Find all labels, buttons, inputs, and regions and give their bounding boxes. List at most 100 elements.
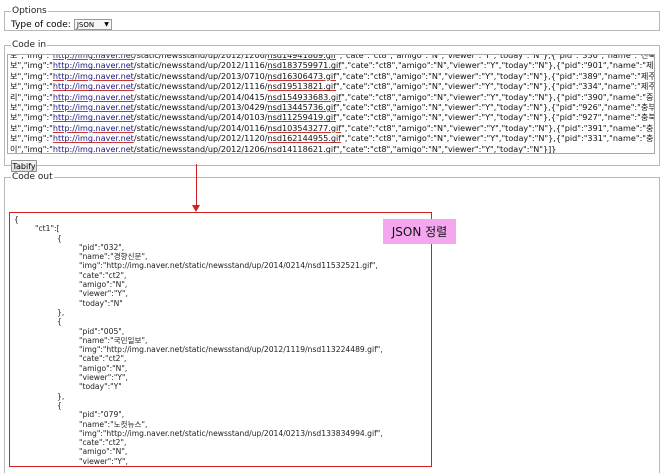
code-in-filename: nsd16306473.gif (267, 70, 336, 81)
code-in-line: 보","img":"http://img.naver.net/static/ne… (10, 81, 654, 91)
code-in-path: /static/newsstand/up/2013/0710/ (133, 70, 268, 81)
code-in-rest: ","cate":"ct8","amigo":"N","viewer":"Y",… (335, 54, 655, 60)
code-out-line: "cate":"ct2", (79, 354, 127, 364)
code-in-path: /static/newsstand/up/2012/1120/ (133, 133, 268, 144)
code-in-path: /static/newsstand/up/2013/0429/ (133, 102, 268, 113)
code-in-line: 보","img":"http://img.naver.net/static/ne… (10, 71, 654, 81)
code-in-path: /static/newsstand/up/2014/0103/ (133, 112, 268, 123)
code-in-prefix: 보","img":" (10, 102, 53, 113)
code-out-line: "today":"N" (79, 298, 123, 308)
code-out-line: "today":"Y" (79, 382, 122, 392)
code-in-rest: ","cate":"ct8","amigo":"N","viewer":"Y",… (335, 112, 655, 123)
code-type-label: Type of code: (11, 19, 71, 30)
code-in-prefix: 보","img":" (10, 81, 53, 92)
code-type-row: Type of code: JSON ▼ (11, 19, 112, 30)
code-in-url-link[interactable]: http://img.naver.net (53, 81, 134, 91)
code-out-line: { (14, 215, 19, 224)
code-out-line: "cate":"ct2", (79, 270, 127, 280)
code-in-prefix: 보","img":" (10, 122, 53, 133)
code-out-line: "amigo":"N", (79, 363, 128, 373)
code-in-prefix: 보","img":" (10, 112, 53, 123)
code-in-filename: nsd183759971.gif (267, 60, 342, 71)
code-out-line: { (57, 400, 62, 410)
code-out-line: { (57, 317, 62, 327)
code-in-url-link[interactable]: http://img.naver.net (53, 112, 134, 122)
code-out-line: }, (57, 307, 65, 317)
code-in-path: /static/newsstand/up/2014/0116/ (133, 122, 268, 133)
code-in-url-link[interactable]: http://img.naver.net (53, 123, 134, 133)
code-in-filename: nsd14941869.gif (267, 54, 336, 60)
code-out-legend: Code out (12, 172, 53, 182)
code-type-value: JSON (76, 20, 95, 29)
code-in-prefix: 보","img":" (10, 54, 53, 60)
code-in-line: 보","img":"http://img.naver.net/static/ne… (10, 102, 654, 112)
code-in-path: /static/newsstand/up/2012/1116/ (133, 81, 268, 92)
code-in-rest: ","cate":"ct8","amigo":"N","viewer":"Y",… (341, 60, 655, 71)
code-out-line: "viewer":"Y", (79, 373, 128, 383)
code-out-line: "pid":"032", (79, 242, 125, 252)
code-in-rest: ","cate":"ct8","amigo":"N","viewer":"Y",… (341, 91, 655, 102)
code-out-line: "cate":"ct2", (79, 438, 127, 448)
code-in-filename: nsd162144955.gif (267, 133, 342, 144)
tabify-button[interactable]: Tabify (11, 160, 37, 172)
code-in-filename: nsd19513821.gif (267, 81, 336, 92)
code-in-line: 보","img":"http://img.naver.net/static/ne… (10, 112, 654, 122)
code-out-line: "name":"국민일보", (79, 335, 148, 345)
code-in-url-link[interactable]: http://img.naver.net (53, 102, 134, 112)
code-in-path: /static/newsstand/up/2012/1206/ (133, 54, 268, 60)
code-out-line: "img":"http://img.naver.net/static/newss… (79, 261, 378, 271)
code-out-line: "pid":"005", (79, 326, 125, 336)
triangle-down-icon: ▼ (104, 21, 109, 28)
code-out-line: "name":"노컷뉴스", (79, 419, 148, 429)
code-in-filename: nsd14118621.gif (267, 143, 336, 154)
code-out-line: "img":"http://img.naver.net/static/newss… (79, 428, 383, 438)
code-in-url-link[interactable]: http://img.naver.net (53, 55, 134, 60)
code-out-line: "pid":"079", (79, 410, 125, 420)
code-out-line: "viewer":"Y", (79, 456, 128, 465)
code-in-rest: ","cate":"ct8","amigo":"N","viewer":"Y",… (335, 70, 655, 81)
annotation-badge: JSON 정렬 (383, 219, 456, 244)
code-in-prefix: 이","img":" (10, 143, 53, 154)
options-fieldset: Options Type of code: JSON ▼ (4, 6, 660, 31)
code-out-line: "name":"경향신문", (79, 252, 148, 262)
code-in-rest: ","cate":"ct8","amigo":"N","viewer":"Y",… (341, 133, 655, 144)
code-in-prefix: 보","img":" (10, 60, 53, 71)
code-out-line: "viewer":"Y", (79, 289, 128, 299)
code-in-textarea[interactable]: 보","img":"http://img.naver.net/static/ne… (7, 54, 655, 154)
code-out-line: "img":"http://img.naver.net/static/newss… (79, 345, 383, 355)
code-out-line: "ct1":[ (35, 224, 60, 234)
code-in-line: 보","img":"http://img.naver.net/static/ne… (10, 123, 654, 133)
code-in-legend: Code in (12, 40, 47, 50)
code-in-filename: nsd13445736.gif (267, 102, 336, 113)
code-in-url-link[interactable]: http://img.naver.net (53, 71, 134, 81)
code-in-fieldset: Code in 보","img":"http://img.naver.net/s… (4, 40, 660, 172)
annotation-arrow-line (196, 164, 197, 208)
code-type-select[interactable]: JSON ▼ (73, 19, 112, 30)
code-in-filename: nsd154933683.gif (267, 91, 342, 102)
code-in-prefix: 리","img":" (10, 91, 53, 102)
code-in-url-link[interactable]: http://img.naver.net (53, 92, 134, 102)
code-in-url-link[interactable]: http://img.naver.net (53, 133, 134, 143)
code-in-line: 보","img":"http://img.naver.net/static/ne… (10, 133, 654, 143)
code-in-line: 리","img":"http://img.naver.net/static/ne… (10, 92, 654, 102)
code-out-line: "amigo":"N", (79, 280, 128, 290)
code-out-line: "amigo":"N", (79, 447, 128, 457)
arrow-down-icon (192, 205, 200, 212)
code-in-url-link[interactable]: http://img.naver.net (53, 144, 134, 153)
code-in-url-link[interactable]: http://img.naver.net (53, 60, 134, 70)
code-in-line: 보","img":"http://img.naver.net/static/ne… (10, 60, 654, 70)
code-in-path: /static/newsstand/up/2014/0415/ (133, 91, 268, 102)
code-in-line: 이","img":"http://img.naver.net/static/ne… (10, 143, 654, 154)
code-out-line: { (57, 233, 62, 243)
code-in-rest: ","cate":"ct8","amigo":"N","viewer":"Y",… (335, 102, 655, 113)
code-in-rest: ","cate":"ct8","amigo":"N","viewer":"Y",… (335, 81, 655, 92)
options-legend: Options (12, 6, 47, 16)
code-in-filename: nsd103543277.gif (267, 122, 342, 133)
code-in-rest: ","cate":"ct8","amigo":"N","viewer":"Y",… (341, 122, 655, 133)
code-in-rest: ","cate":"ct8","amigo":"N","viewer":"Y",… (335, 143, 557, 154)
code-out-output[interactable]: {"ct1":[{"pid":"032", "name":"경향신문", "img"… (14, 215, 428, 465)
code-in-path: /static/newsstand/up/2012/1206/ (133, 143, 268, 154)
code-in-path: /static/newsstand/up/2012/1116/ (133, 60, 268, 71)
code-out-line: }, (57, 391, 65, 401)
code-in-prefix: 보","img":" (10, 70, 53, 81)
